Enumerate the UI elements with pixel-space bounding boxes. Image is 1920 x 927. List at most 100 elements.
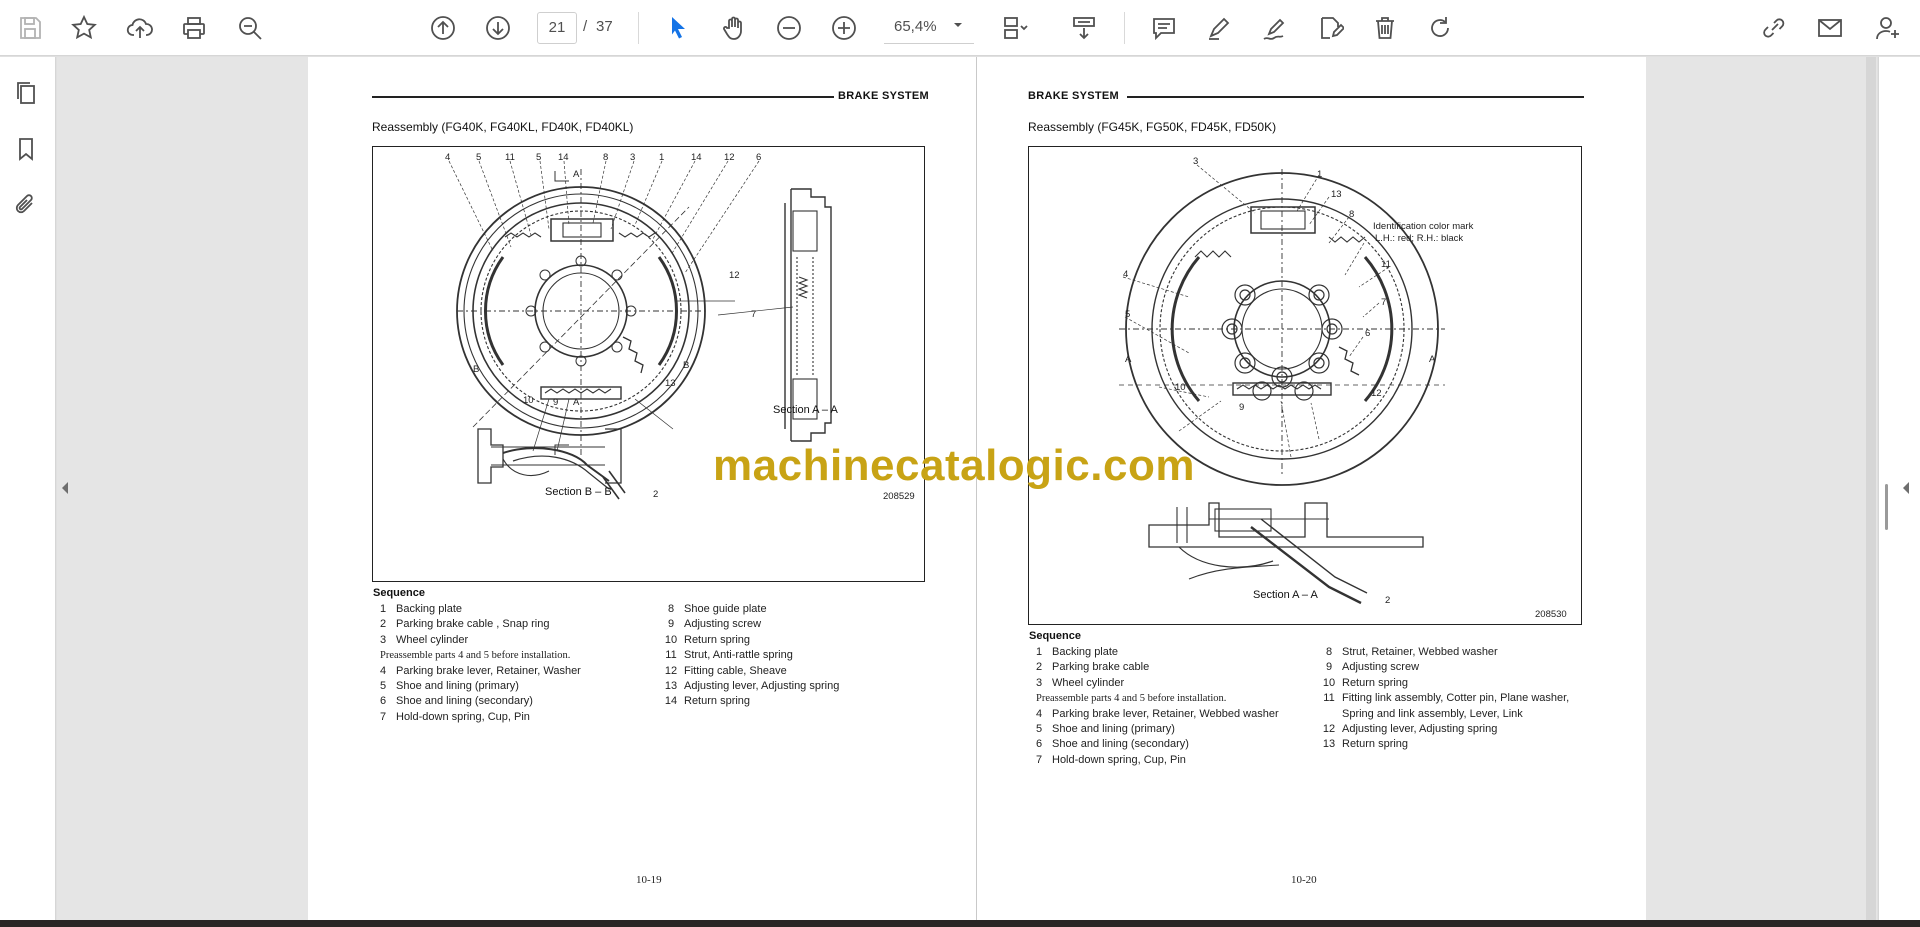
print-icon[interactable]	[176, 10, 212, 46]
sequence-list-left: 1 Backing plate 2 Parking brake cable 3 Wheel…	[1026, 645, 1279, 768]
share-link-icon[interactable]	[1756, 10, 1792, 46]
rotate-redo-icon[interactable]	[1422, 10, 1458, 46]
chevron-down-icon[interactable]	[952, 18, 964, 36]
section-bb-caption: Section B – B	[545, 486, 612, 498]
sequence-text: Shoe and lining (primary)	[1052, 722, 1175, 735]
sequence-number: 3	[1035, 676, 1043, 689]
sequence-text: Adjusting lever, Adjusting spring	[684, 679, 840, 692]
sequence-list-right: 8 Strut, Retainer, Webbed washer 9 Adjustin…	[1316, 645, 1569, 753]
label-b-right: B	[683, 360, 689, 371]
bookmarks-icon[interactable]	[8, 131, 44, 167]
attachments-paperclip-icon[interactable]	[8, 187, 44, 223]
vertical-scrollbar[interactable]	[1866, 57, 1876, 920]
sequence-number: 9	[1325, 661, 1333, 674]
label-13: 13	[665, 378, 676, 389]
hand-tool-icon[interactable]	[716, 10, 752, 46]
sequence-number: 1	[379, 603, 387, 615]
sequence-item: 12 Fitting cable, Sheave	[658, 664, 839, 679]
sequence-number: 8	[667, 603, 675, 615]
sequence-text: Return spring	[684, 633, 751, 646]
sequence-text: Parking brake cable	[1052, 661, 1150, 674]
page-number: 10-20	[1291, 874, 1317, 886]
save-icon[interactable]	[12, 10, 48, 46]
label-11: 11	[505, 152, 515, 163]
bookmark-star-icon[interactable]	[66, 10, 102, 46]
sequence-text: Fitting cable, Sheave	[684, 664, 787, 677]
label-13: 13	[1331, 189, 1342, 200]
zoom-in-icon[interactable]	[826, 10, 862, 46]
scroll-mode-icon[interactable]	[1066, 10, 1102, 46]
label-8: 8	[1349, 209, 1354, 220]
sequence-text: Parking brake lever, Retainer, Webbed wa…	[1052, 707, 1279, 720]
sequence-text: Adjusting screw	[1342, 661, 1420, 674]
sequence-item: 13 Return spring	[1316, 737, 1569, 752]
sequence-text: Spring and link assembly, Lever, Link	[1342, 707, 1523, 720]
sequence-item: 13 Adjusting lever, Adjusting spring	[658, 679, 839, 694]
sequence-note: Preassemble parts 4 and 5 before install…	[380, 650, 571, 662]
edit-document-icon[interactable]	[1312, 10, 1348, 46]
sequence-number: 11	[1323, 692, 1335, 705]
sequence-text: Wheel cylinder	[396, 633, 469, 646]
cloud-upload-icon[interactable]	[122, 10, 158, 46]
zoom-out-search-icon[interactable]	[232, 10, 268, 46]
label-4: 4	[445, 152, 450, 163]
section-marker-a-right: A	[1429, 354, 1436, 365]
label-4: 4	[1123, 269, 1128, 280]
toolbar-divider	[638, 12, 639, 44]
sequence-number: 1	[1035, 646, 1043, 658]
sequence-number: 10	[1322, 676, 1336, 689]
sequence-number: 9	[667, 618, 675, 631]
zoom-out-icon[interactable]	[771, 10, 807, 46]
expand-right-panel-icon[interactable]	[1900, 478, 1912, 498]
page-total: 37	[596, 18, 613, 35]
label-14b: 14	[691, 152, 702, 163]
sequence-number: 5	[379, 679, 387, 692]
scroll-thumb[interactable]	[1885, 484, 1888, 530]
brake-diagram-figure: 3 1 13 8 Identification color mark L.H.:…	[1028, 146, 1582, 625]
section-marker-a-left: A	[1125, 354, 1132, 365]
page-thumbnails-icon[interactable]	[8, 75, 44, 111]
highlight-pen-icon[interactable]	[1201, 10, 1237, 46]
sequence-item: Spring and link assembly, Lever, Link	[1316, 707, 1569, 722]
select-cursor-icon[interactable]	[660, 10, 696, 46]
section-subtitle: Reassembly (FG40K, FG40KL, FD40K, FD40KL…	[372, 120, 634, 134]
email-icon[interactable]	[1812, 10, 1848, 46]
sequence-item: 2 Parking brake cable , Snap ring	[370, 617, 581, 632]
brake-diagram-figure: 4 5 11 5 14 8 3 1 14 12 6 A 12 7 B B 13 …	[372, 146, 925, 582]
section-marker-a-bottom: A	[573, 397, 580, 408]
sequence-number: 13	[664, 679, 678, 692]
sequence-item: 4 Parking brake lever, Retainer, Webbed w…	[1026, 707, 1279, 722]
sequence-item: 8 Shoe guide plate	[658, 602, 839, 617]
id-color-mark-line1: Identification color mark	[1373, 221, 1474, 232]
previous-page-icon[interactable]	[425, 10, 461, 46]
page-separator: /	[583, 18, 588, 35]
sequence-item: Preassemble parts 4 and 5 before install…	[1026, 691, 1279, 706]
sequence-text: Shoe and lining (primary)	[396, 679, 519, 692]
page-number-input[interactable]: 21	[537, 12, 577, 44]
label-7: 7	[1381, 297, 1386, 308]
sequence-text: Hold-down spring, Cup, Pin	[396, 710, 530, 723]
section-marker-a: A	[573, 169, 580, 180]
draw-freehand-icon[interactable]	[1257, 10, 1293, 46]
sequence-item: 9 Adjusting screw	[658, 617, 839, 632]
collapse-left-panel-icon[interactable]	[59, 478, 71, 498]
label-11: 11	[1381, 259, 1391, 270]
next-page-icon[interactable]	[480, 10, 516, 46]
sequence-title: Sequence	[1029, 630, 1081, 642]
sequence-text: Shoe and lining (secondary)	[1052, 738, 1189, 751]
sequence-number: 14	[664, 695, 678, 708]
page-fit-icon[interactable]	[996, 10, 1032, 46]
toolbar: 21 / 37 65,4%	[0, 0, 1920, 56]
sequence-list-left: 1 Backing plate 2 Parking brake cable , Sna…	[370, 602, 581, 725]
sequence-number: 3	[379, 633, 387, 646]
sequence-text: Wheel cylinder	[1052, 676, 1125, 689]
sequence-number: 6	[1035, 738, 1043, 751]
add-user-icon[interactable]	[1870, 10, 1906, 46]
taskbar-strip	[0, 920, 1920, 927]
comment-icon[interactable]	[1146, 10, 1182, 46]
label-1: 1	[659, 152, 664, 163]
sequence-item: 1 Backing plate	[1026, 645, 1279, 660]
delete-trash-icon[interactable]	[1367, 10, 1403, 46]
sequence-number: 11	[665, 649, 677, 662]
sequence-text: Return spring	[1342, 676, 1409, 689]
